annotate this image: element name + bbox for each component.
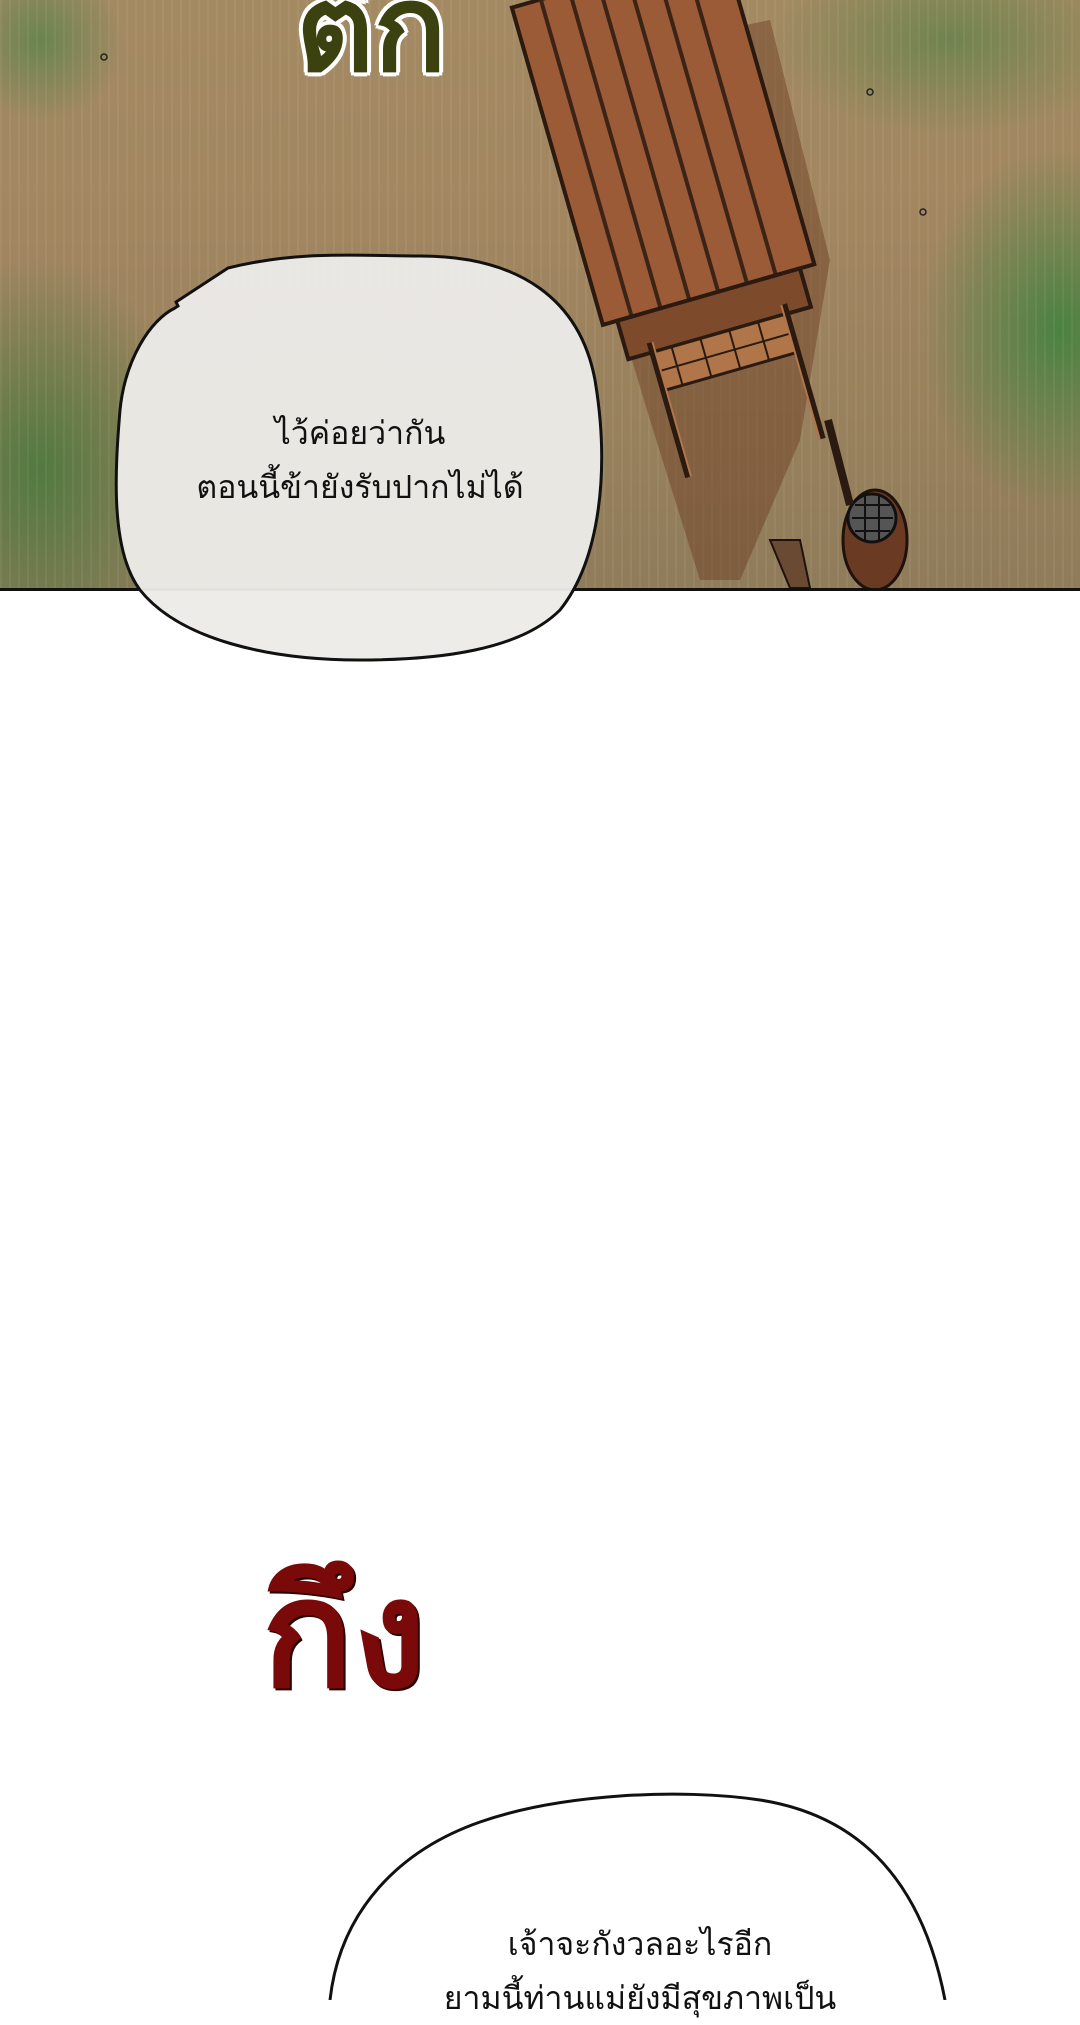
speech-bubble-2-line-2: ยามนี้ท่านแม่ยังมีสุขภาพเป็น bbox=[443, 1979, 837, 2017]
speech-bubble-2-text: เจ้าจะกังวลอะไรอีก ยามนี้ท่านแม่ยังมีสุข… bbox=[360, 1917, 920, 2025]
speech-bubble-1-line-2: ตอนนี้ข้ายังรับปากไม่ได้ bbox=[196, 468, 524, 506]
speech-bubble-1-line-1: ไว้ค่อยว่ากัน bbox=[274, 414, 446, 452]
speech-bubble-1-text: ไว้ค่อยว่ากัน ตอนนี้ข้ายังรับปากไม่ได้ bbox=[150, 406, 570, 514]
sfx-clang-text: กึง bbox=[262, 1548, 427, 1722]
speech-bubble-2-line-1: เจ้าจะกังวลอะไรอีก bbox=[507, 1925, 773, 1963]
speech-bubble-1-shape bbox=[114, 253, 604, 662]
